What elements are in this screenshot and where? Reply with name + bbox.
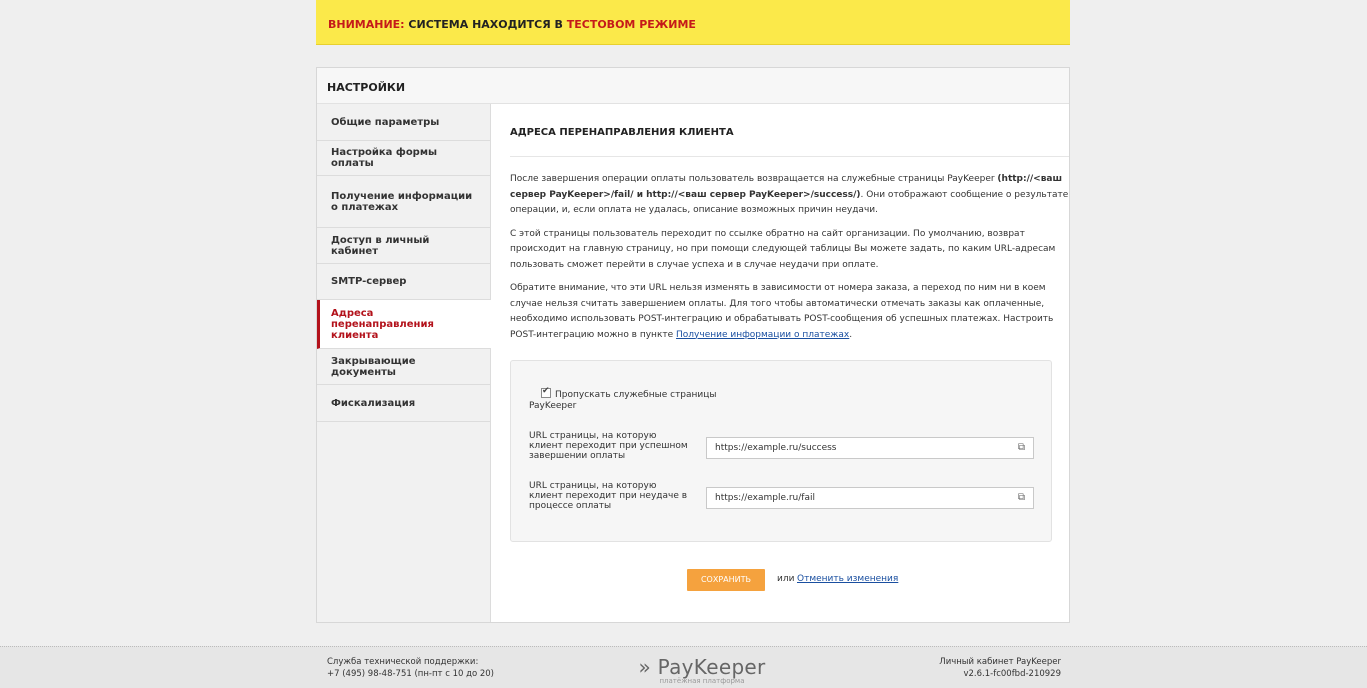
redirect-settings-box: Пропускать служебные страницы PayKeeper …: [510, 360, 1052, 542]
notice-end: .: [849, 329, 853, 340]
chevrons-icon: »: [638, 655, 651, 679]
sidebar-item-closing-documents[interactable]: Закрывающие документы: [317, 349, 490, 385]
skip-pages-row: Пропускать служебные страницы PayKeeper: [529, 386, 729, 412]
sidebar-item-label: Доступ в личный кабинет: [331, 234, 430, 257]
sidebar-item-redirect-urls[interactable]: Адреса перенаправления клиента: [317, 300, 491, 349]
success-url-value: https://example.ru/success: [715, 443, 837, 453]
sidebar-item-payment-form[interactable]: Настройка формы оплаты: [317, 141, 490, 176]
success-url-input[interactable]: https://example.ru/success ⧉: [706, 437, 1034, 459]
sidebar-item-label: Закрывающие документы: [331, 355, 416, 378]
paragraph-return: С этой страницы пользователь переходит п…: [510, 228, 1056, 270]
skip-pages-label: Пропускать служебные страницы PayKeeper: [529, 390, 717, 411]
sidebar-item-payment-info[interactable]: Получение информации о платежах: [317, 176, 490, 228]
support-title: Служба технической поддержки:: [327, 657, 479, 667]
section-title: АДРЕСА ПЕРЕНАПРАВЛЕНИЯ КЛИЕНТА: [510, 104, 1069, 157]
footer: Служба технической поддержки: +7 (495) 9…: [0, 646, 1367, 688]
paykeeper-logo: » PayKeeper платёжная платформа: [627, 655, 777, 685]
settings-panel: НАСТРОЙКИ Общие параметры Настройка форм…: [316, 67, 1070, 623]
sidebar-item-smtp[interactable]: SMTP-сервер: [317, 264, 490, 300]
sidebar-item-label: SMTP-сервер: [331, 276, 407, 287]
sidebar-item-label: Общие параметры: [331, 116, 440, 128]
intro-text: После завершения операции оплаты пользов…: [510, 174, 998, 184]
cancel-changes-link[interactable]: Отменить изменения: [797, 574, 898, 584]
settings-sidebar: Общие параметры Настройка формы оплаты П…: [317, 104, 491, 622]
fail-url-value: https://example.ru/fail: [715, 493, 815, 503]
support-info: Служба технической поддержки: +7 (495) 9…: [327, 657, 494, 680]
sidebar-item-label: Получение информации о платежах: [331, 190, 473, 213]
logo-wordmark: » PayKeeper: [627, 655, 777, 679]
fail-url-input[interactable]: https://example.ru/fail ⧉: [706, 487, 1034, 509]
paragraph-notice: Обратите внимание, что эти URL нельзя из…: [510, 281, 1070, 343]
sidebar-item-cabinet-access[interactable]: Доступ в личный кабинет: [317, 228, 490, 264]
or-text: или: [777, 574, 795, 584]
test-mode-banner: ВНИМАНИЕ: СИСТЕМА НАХОДИТСЯ В ТЕСТОВОМ Р…: [316, 0, 1070, 45]
success-url-label: URL страницы, на которую клиент переходи…: [529, 431, 688, 461]
paragraph-intro: После завершения операции оплаты пользов…: [510, 172, 1070, 219]
payment-info-link[interactable]: Получение информации о платежах: [676, 330, 849, 340]
sidebar-item-label: Адреса перенаправления клиента: [331, 307, 434, 341]
support-phone: +7 (495) 98-48-751 (пн-пт с 10 до 20): [327, 668, 494, 679]
sidebar-item-label: Настройка формы оплаты: [331, 147, 438, 169]
fail-url-label: URL страницы, на которую клиент переходи…: [529, 481, 688, 511]
skip-pages-checkbox[interactable]: [541, 386, 551, 398]
warning-label: ВНИМАНИЕ:: [328, 18, 405, 31]
warning-mode: ТЕСТОВОМ РЕЖИМЕ: [566, 18, 696, 31]
copy-icon[interactable]: ⧉: [1018, 492, 1025, 503]
logo-text: PayKeeper: [657, 655, 766, 679]
panel-title: НАСТРОЙКИ: [317, 68, 1069, 104]
version-label: v2.6.1-fc00fbd-210929: [963, 668, 1061, 679]
version-info: Личный кабинет PayKeeper v2.6.1-fc00fbd-…: [939, 657, 1061, 680]
sidebar-item-label: Фискализация: [331, 397, 416, 409]
cabinet-label: Личный кабинет PayKeeper: [939, 657, 1061, 667]
warning-text: СИСТЕМА НАХОДИТСЯ В: [404, 18, 567, 31]
sidebar-item-general[interactable]: Общие параметры: [317, 104, 490, 141]
save-button[interactable]: СОХРАНИТЬ: [687, 569, 765, 591]
copy-icon[interactable]: ⧉: [1018, 442, 1025, 453]
sidebar-item-fiscalization[interactable]: Фискализация: [317, 385, 490, 422]
